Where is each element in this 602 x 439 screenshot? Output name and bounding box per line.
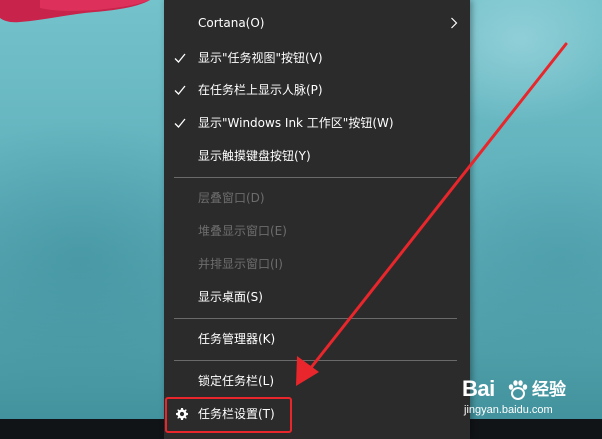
watermark-cn-text: 经验 [532,380,566,400]
watermark-logo-text: Bai [462,376,495,401]
baidu-jingyan-watermark: Bai 经验 jingyan.baidu.com [462,376,602,424]
watermark-url: jingyan.baidu.com [464,404,553,416]
red-arrow-annotation [296,42,568,386]
paw-icon [508,380,528,400]
